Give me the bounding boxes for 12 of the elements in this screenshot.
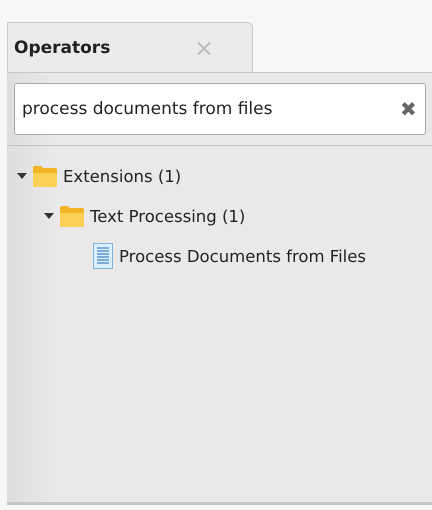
tab-title: Operators (14, 38, 112, 58)
search-field[interactable]: process documents from files ✖ (14, 83, 426, 135)
clear-button[interactable]: ✖ (400, 96, 417, 122)
folder-label[interactable]: Extensions (1) (63, 166, 182, 186)
folder-icon (33, 165, 57, 187)
folder-icon (60, 205, 84, 227)
document-icon (93, 243, 113, 269)
operator-label[interactable]: Process Documents from Files (119, 246, 366, 266)
folder-label[interactable]: Text Processing (1) (90, 206, 246, 226)
expanded-caret-icon[interactable] (17, 171, 27, 181)
operators-tab[interactable]: Operators × (7, 22, 253, 72)
expanded-caret-icon[interactable] (44, 211, 54, 221)
